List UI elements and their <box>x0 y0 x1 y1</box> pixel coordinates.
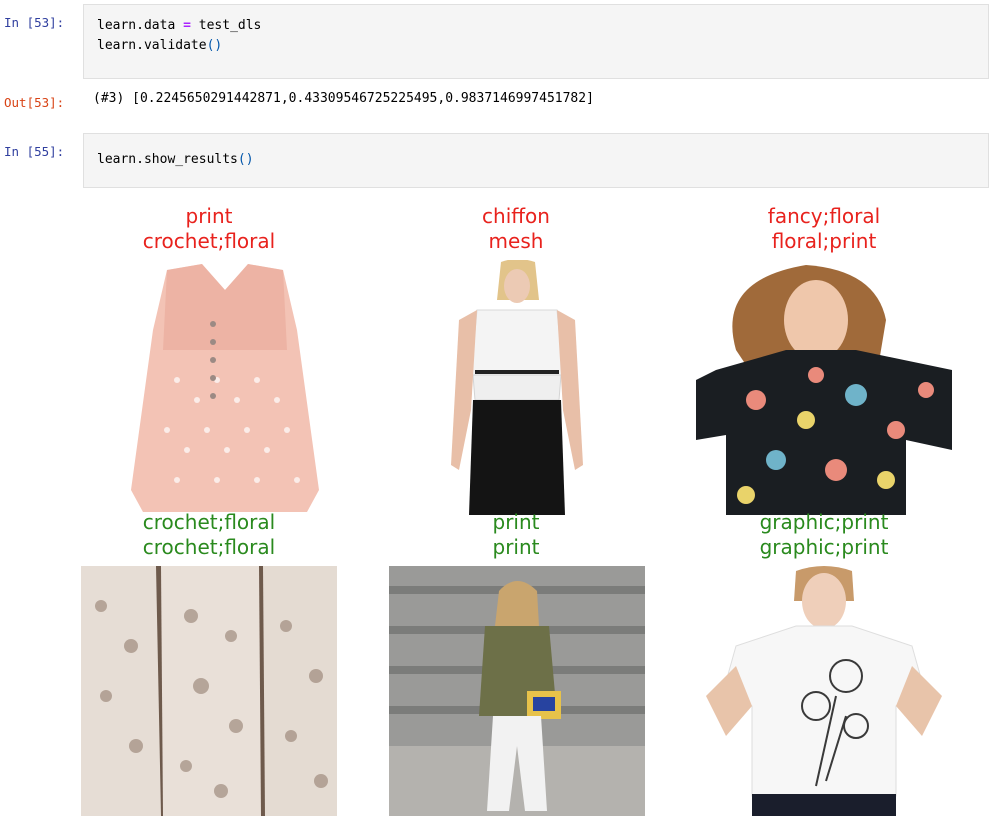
code-token: learn <box>97 152 137 167</box>
code-operator: = <box>183 18 191 33</box>
code-token: show_results <box>143 152 238 167</box>
result-target: print <box>185 204 233 228</box>
code-cell-55[interactable]: learn.show_results() <box>83 133 989 188</box>
code-token: learn <box>97 18 137 33</box>
input-prompt-55: In [55]: <box>4 144 65 159</box>
output-prompt-53: Out[53]: <box>4 95 65 110</box>
white-top-black-skirt-picture <box>389 260 645 515</box>
result-target: chiffon <box>482 204 550 228</box>
result-image-3 <box>696 260 952 515</box>
result-prediction: floral;print <box>771 229 877 253</box>
code-line-1: learn.show_results() <box>97 152 254 167</box>
result-prediction: crochet;floral <box>142 535 276 559</box>
result-target: print <box>492 510 540 534</box>
result-image-5 <box>389 566 645 816</box>
result-image-6 <box>696 566 952 816</box>
lace-dress-picture <box>81 566 337 816</box>
result-title-1: print crochet;floral <box>79 204 339 254</box>
result-prediction: graphic;print <box>759 535 889 559</box>
code-line-2: learn.validate() <box>97 38 223 53</box>
code-line-1: learn.data = test_dls <box>97 18 262 33</box>
cell-output-53: (#3) [0.2245650291442871,0.4330954672522… <box>93 91 594 106</box>
result-title-2: chiffon mesh <box>386 204 646 254</box>
result-prediction: print <box>492 535 540 559</box>
code-parens: () <box>206 38 223 53</box>
code-token: data <box>143 18 176 33</box>
result-prediction: crochet;floral <box>142 229 276 253</box>
code-parens: () <box>237 152 254 167</box>
code-token: learn <box>97 38 137 53</box>
result-title-5: print print <box>386 510 646 560</box>
result-title-4: crochet;floral crochet;floral <box>79 510 339 560</box>
code-token: test_dls <box>198 18 262 33</box>
result-prediction: mesh <box>488 229 544 253</box>
result-image-2 <box>389 260 645 515</box>
input-prompt-53: In [53]: <box>4 15 65 30</box>
code-cell-53[interactable]: learn.data = test_dls learn.validate() <box>83 4 989 79</box>
sleeveless-blouse-picture <box>97 260 353 515</box>
street-outfit-picture <box>389 566 645 816</box>
result-image-4 <box>81 566 337 816</box>
result-title-6: graphic;print graphic;print <box>694 510 954 560</box>
result-target: fancy;floral <box>767 204 881 228</box>
graphic-tee-picture <box>696 566 952 816</box>
result-target: crochet;floral <box>142 510 276 534</box>
result-target: graphic;print <box>759 510 889 534</box>
result-title-3: fancy;floral floral;print <box>694 204 954 254</box>
floral-tshirt-picture <box>696 260 952 515</box>
code-token: validate <box>143 38 207 53</box>
result-image-1 <box>97 260 353 515</box>
